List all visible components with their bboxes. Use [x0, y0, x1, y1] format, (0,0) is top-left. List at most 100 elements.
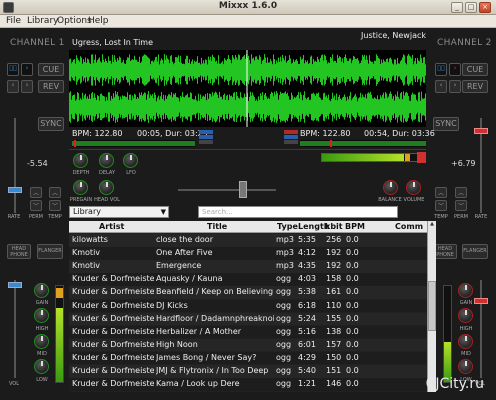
ch1-pregain-knob[interactable] [73, 180, 88, 195]
ch2-high-knob[interactable] [458, 308, 473, 323]
table-row[interactable]: Kruder & Dorfmeister James Bong / Never S… [69, 351, 427, 365]
close-button[interactable]: × [479, 2, 491, 13]
scroll-up-icon[interactable]: ▲ [428, 221, 436, 229]
table-row[interactable]: Kruder & Dorfmeister DJ Kicks ogg 6:18 110 0.… [69, 299, 427, 312]
ch1-rev-button[interactable]: REV [38, 80, 64, 93]
table-cell: 6:18 [298, 300, 316, 310]
table-row[interactable]: kilowatts close the door mp3 5:35 256 0.0 [69, 234, 427, 247]
ch1-delay-knob[interactable] [99, 153, 114, 168]
crossfader-track [178, 189, 276, 191]
ch2-overview[interactable] [300, 140, 426, 147]
ch1-temp-up[interactable]: ︿ [49, 187, 61, 198]
ch1-sync-button[interactable]: SYNC [38, 117, 64, 131]
ch2-pause-button[interactable]: ▯▯ [435, 63, 447, 76]
ch2-perm-down[interactable]: ﹀ [455, 200, 467, 211]
ch2-gain-knob[interactable] [458, 283, 473, 298]
table-row[interactable]: Kruder & Dorfmeister Beanfield / Keep on … [69, 286, 427, 299]
ch2-rev-button[interactable]: REV [462, 80, 488, 93]
menu-options[interactable]: Options [57, 16, 92, 26]
table-row[interactable]: Kruder & Dorfmeister Aquasky / Kauna ogg 4:… [69, 273, 427, 286]
library-table[interactable]: Artist Title Type Length kbit BPM Comm k… [69, 221, 427, 392]
table-cell: Kmotiv [72, 248, 101, 258]
ch1-perm-down[interactable]: ﹀ [30, 200, 42, 211]
ch2-cue-button[interactable]: CUE [462, 63, 488, 76]
table-row[interactable]: Kruder & Dorfmeister JMJ & Flytronix / In… [69, 365, 427, 378]
table-cell: ogg [276, 300, 292, 310]
column-title[interactable]: Title [207, 222, 227, 231]
menu-file[interactable]: File [6, 16, 21, 26]
ch2-volume-track [480, 280, 482, 378]
ch2-bpm: BPM: 122.80 [300, 129, 351, 138]
table-header: Artist Title Type Length kbit BPM Comm [69, 221, 427, 233]
ch1-headphone-button[interactable]: HEAD PHONE [7, 244, 31, 259]
ch1-play-button[interactable]: › [21, 63, 33, 76]
menu-help[interactable]: Help [88, 16, 109, 26]
ch2-track-title: Justice, Newjack [361, 31, 426, 40]
table-cell: 192 [326, 261, 342, 271]
table-row[interactable]: Kruder & Dorfmeister Kama / Look up Dere o… [69, 378, 427, 391]
library-source-select[interactable]: Library ▼ [69, 206, 169, 218]
ch2-volume-handle[interactable] [474, 298, 488, 304]
search-input[interactable]: Search... [198, 206, 398, 218]
ch1-overview[interactable] [72, 140, 195, 147]
table-cell: mp3 [276, 235, 294, 244]
ch2-back-button[interactable]: ‹ [435, 80, 447, 93]
column-comment[interactable]: Comm [395, 222, 423, 231]
ch1-forward-button[interactable]: › [21, 80, 33, 93]
table-cell: 155 [326, 313, 342, 323]
ch1-mid-knob[interactable] [34, 334, 49, 349]
menu-bar: File Library Options Help [0, 15, 496, 28]
table-row[interactable]: Kruder & Dorfmeister High Noon ogg 6:01 157 0… [69, 338, 427, 352]
table-cell: Kruder & Dorfmeister [72, 313, 154, 323]
ch2-balance-knob[interactable] [383, 180, 398, 195]
table-cell: 150 [326, 352, 342, 362]
ch1-volume-handle[interactable] [8, 282, 22, 288]
ch1-depth-knob[interactable] [73, 153, 88, 168]
ch1-pause-button[interactable]: ▯▯ [7, 63, 19, 76]
table-row[interactable]: Kmotiv Emergence mp3 4:35 192 0.0 [69, 260, 427, 273]
ch2-sync-button[interactable]: SYNC [433, 117, 459, 131]
ch1-temp-down[interactable]: ﹀ [49, 200, 61, 211]
table-row[interactable]: Kruder & Dorfmeister Herbalizer / A Mothe… [69, 325, 427, 339]
ch1-time: 00:05, Dur: 03:29 [137, 129, 208, 138]
maximize-button[interactable]: □ [465, 2, 477, 13]
ch2-pitch-handle[interactable] [474, 128, 488, 134]
column-type[interactable]: Type [277, 222, 298, 231]
ch1-pitch-handle[interactable] [8, 187, 22, 193]
column-kbit[interactable]: kbit [325, 222, 343, 231]
ch2-volume-knob[interactable] [406, 180, 421, 195]
crossfader-handle[interactable] [239, 181, 247, 198]
ch1-low-knob[interactable] [34, 359, 49, 374]
menu-library[interactable]: Library [27, 16, 58, 26]
ch2-perm-up[interactable]: ︿ [455, 187, 467, 198]
ch1-headvol-knob[interactable] [99, 180, 114, 195]
ch2-play-button[interactable]: › [449, 63, 461, 76]
ch2-temp-down[interactable]: ﹀ [435, 200, 447, 211]
ch2-temp-up[interactable]: ︿ [435, 187, 447, 198]
scroll-thumb[interactable] [428, 281, 436, 331]
library-scrollbar[interactable]: ▲ [427, 221, 436, 392]
waveform-display[interactable] [69, 50, 426, 127]
table-row[interactable]: Kruder & Dorfmeister Hardfloor / Dadamnph… [69, 312, 427, 326]
table-cell: ogg [276, 379, 292, 389]
ch1-perm-up[interactable]: ︿ [30, 187, 42, 198]
column-artist[interactable]: Artist [99, 222, 124, 231]
ch2-flanger-button[interactable]: FLANGER [462, 244, 488, 259]
ch2-low-knob[interactable] [458, 359, 473, 374]
table-row[interactable]: Kmotiv One After Five mp3 4:12 192 0.0 [69, 247, 427, 260]
table-cell: 0.0 [346, 274, 359, 284]
column-bpm[interactable]: BPM [345, 222, 365, 231]
ch1-cue-button[interactable]: CUE [38, 63, 64, 76]
ch1-gain-knob[interactable] [34, 283, 49, 298]
minimize-button[interactable]: _ [451, 2, 463, 13]
ch2-forward-button[interactable]: › [449, 80, 461, 93]
ch2-mid-knob[interactable] [458, 334, 473, 349]
ch1-high-knob[interactable] [34, 308, 49, 323]
table-cell: JMJ & Flytronix / In Too Deep [156, 366, 269, 375]
ch2-headphone-button[interactable]: HEAD PHONE [433, 244, 457, 259]
table-cell: 110 [326, 300, 342, 310]
ch1-back-button[interactable]: ‹ [7, 80, 19, 93]
ch1-high-label: HIGH [35, 326, 49, 332]
ch1-flanger-button[interactable]: FLANGER [37, 244, 63, 259]
ch1-lfo-knob[interactable] [123, 153, 138, 168]
